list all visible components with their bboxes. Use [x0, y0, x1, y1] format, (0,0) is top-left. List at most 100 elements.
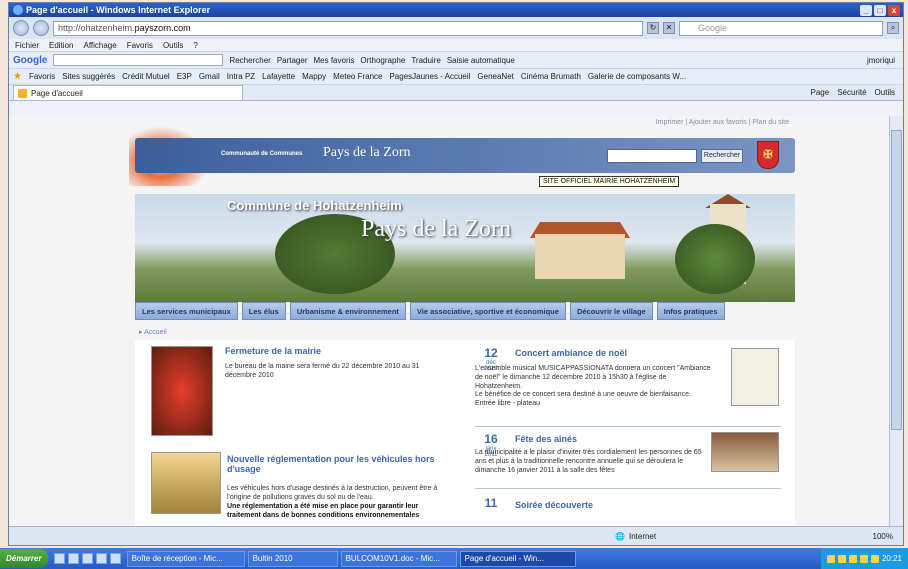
bookmarks-button[interactable]: Mes favoris [314, 56, 355, 65]
google-search-input[interactable] [53, 54, 224, 66]
nav-urbanisme[interactable]: Urbanisme & environnement [289, 302, 406, 320]
tray-icon[interactable] [859, 554, 868, 563]
share-button[interactable]: Partager [277, 56, 308, 65]
quick-launch-icon[interactable] [81, 553, 93, 564]
site-search-button[interactable]: Rechercher [701, 149, 743, 163]
minimize-button[interactable]: _ [860, 4, 872, 16]
back-button[interactable] [13, 20, 29, 36]
site-top-links[interactable]: Imprimer | Ajouter aux favoris | Plan du… [656, 119, 789, 126]
nav-elus[interactable]: Les élus [241, 302, 286, 320]
fav-item[interactable]: Sites suggérés [62, 72, 115, 81]
close-button[interactable]: x [888, 4, 900, 16]
start-button[interactable]: Démarrer [0, 549, 48, 568]
menu-edition[interactable]: Edition [49, 41, 73, 50]
news-thumbnail[interactable] [151, 452, 221, 514]
fav-item[interactable]: Lafayette [262, 72, 295, 81]
system-tray: 20:21 [820, 548, 908, 569]
breadcrumb-accueil[interactable]: Accueil [144, 329, 167, 336]
spellcheck-button[interactable]: Orthographe [360, 56, 405, 65]
fav-item[interactable]: Intra PZ [227, 72, 255, 81]
menu-favoris[interactable]: Favoris [127, 41, 153, 50]
event-text: La municipalité a le plaisir d'inviter t… [475, 449, 702, 474]
task-word[interactable]: BULCOM10V1.doc - Mic... [340, 550, 457, 567]
tools-menu[interactable]: Outils [875, 88, 895, 97]
favorites-label[interactable]: Favoris [29, 72, 55, 81]
quick-launch-icon[interactable] [95, 553, 107, 564]
fav-item[interactable]: Cinéma Brumath [521, 72, 581, 81]
site-search-input[interactable] [607, 149, 697, 163]
fav-item[interactable]: Meteo France [333, 72, 382, 81]
quick-launch-icon[interactable] [109, 553, 121, 564]
fav-item[interactable]: GeneaNet [477, 72, 513, 81]
news-title[interactable]: Fermeture de la mairie [225, 346, 321, 356]
translate-button[interactable]: Traduire [411, 56, 441, 65]
google-user[interactable]: jmoriqui [867, 56, 903, 65]
event-poster[interactable] [731, 348, 779, 406]
search-input[interactable]: Google [679, 20, 883, 36]
stop-icon[interactable]: ✕ [663, 22, 675, 34]
fav-item[interactable]: E3P [177, 72, 192, 81]
autofill-button[interactable]: Saisie automatique [447, 56, 515, 65]
favorites-bar: ★ Favoris Sites suggérés Crédit Mutuel E… [9, 68, 903, 84]
address-bar: http://ohatzenheim. payszorn.com ↻ ✕ Goog… [9, 17, 903, 39]
quick-launch-icon[interactable] [67, 553, 79, 564]
fav-item[interactable]: Mappy [302, 72, 326, 81]
crest-icon: ✠ [757, 141, 779, 169]
event-day: 11 [484, 496, 498, 510]
url-field[interactable]: http://ohatzenheim. payszorn.com [53, 20, 643, 36]
nav-services[interactable]: Les services municipaux [135, 302, 238, 320]
news-thumbnail[interactable] [151, 346, 213, 436]
menu-affichage[interactable]: Affichage [83, 41, 116, 50]
site-banner: Communauté de Communes Pays de la Zorn R… [135, 138, 795, 173]
event-title[interactable]: Concert ambiance de noël [515, 348, 627, 358]
favorites-star-icon[interactable]: ★ [13, 71, 22, 82]
tray-icon[interactable] [837, 554, 846, 563]
menu-help[interactable]: ? [193, 41, 197, 50]
search-icon[interactable]: ⌕ [887, 22, 899, 34]
url-domain: payszorn.com [134, 23, 191, 33]
forward-button[interactable] [33, 20, 49, 36]
ie-window: Page d'accueil - Windows Internet Explor… [8, 2, 904, 546]
google-search-button[interactable]: Rechercher [229, 56, 270, 65]
news-title[interactable]: Nouvelle réglementation pour les véhicul… [227, 454, 447, 474]
event-title[interactable]: Fête des aînés [515, 434, 577, 444]
news-text: Le bureau de la mairie sera fermé du 22 … [225, 363, 420, 379]
tab-page-accueil[interactable]: Page d'accueil [13, 85, 243, 100]
page-menu[interactable]: Page [811, 88, 830, 97]
globe-icon: 🌐 [615, 531, 625, 541]
vertical-scrollbar[interactable] [889, 116, 903, 526]
fav-item[interactable]: PagesJaunes - Accueil [389, 72, 470, 81]
menu-fichier[interactable]: Fichier [15, 41, 39, 50]
divider [475, 488, 781, 489]
tray-icon[interactable] [826, 554, 835, 563]
menu-outils[interactable]: Outils [163, 41, 183, 50]
quick-launch-icon[interactable] [53, 553, 65, 564]
tray-icon[interactable] [848, 554, 857, 563]
security-zone: 🌐 Internet [615, 532, 656, 541]
news-content: Fermeture de la mairie Le bureau de la m… [135, 340, 795, 526]
fav-item[interactable]: Galerie de composants W... [588, 72, 686, 81]
event-text-2: Le bénéfice de ce concert sera destiné à… [475, 391, 691, 407]
zone-label: Internet [628, 531, 657, 541]
fav-item[interactable]: Gmail [199, 72, 220, 81]
main-nav: Les services municipaux Les élus Urbanis… [135, 302, 795, 322]
page-icon [18, 88, 27, 98]
site-title[interactable]: Pays de la Zorn [323, 145, 410, 161]
task-outlook[interactable]: Boîte de réception - Mic... [126, 550, 245, 567]
tree-image [675, 224, 755, 294]
divider [475, 426, 781, 427]
nav-infos[interactable]: Infos pratiques [656, 302, 725, 320]
task-folder[interactable]: Bultin 2010 [247, 550, 338, 567]
fav-item[interactable]: Crédit Mutuel [122, 72, 170, 81]
maximize-button[interactable]: □ [874, 4, 886, 16]
security-menu[interactable]: Sécurité [837, 88, 866, 97]
refresh-icon[interactable]: ↻ [647, 22, 659, 34]
scrollbar-thumb[interactable] [891, 130, 902, 430]
zoom-level[interactable]: 100% [873, 532, 903, 541]
nav-decouvrir[interactable]: Découvrir le village [569, 302, 653, 320]
event-photo[interactable] [711, 432, 779, 472]
event-title[interactable]: Soirée découverte [515, 500, 593, 510]
task-ie[interactable]: Page d'accueil - Win... [459, 550, 576, 567]
nav-vie-associative[interactable]: Vie associative, sportive et économique [409, 302, 566, 320]
tray-icon[interactable] [870, 554, 879, 563]
